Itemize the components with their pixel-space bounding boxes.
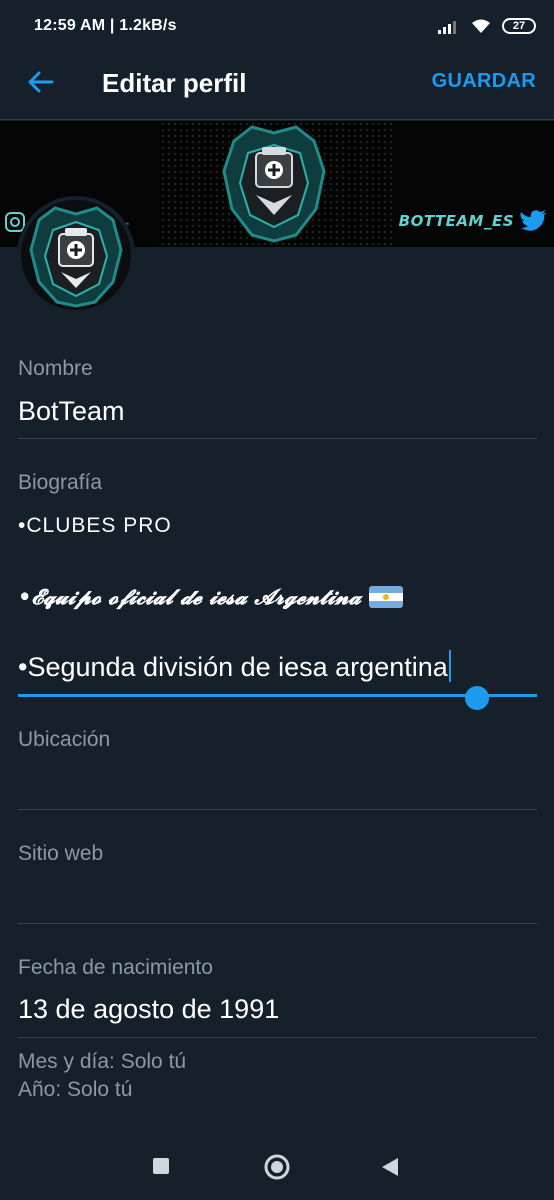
banner-handle-right: BOTTEAM_ES [399,209,548,233]
signal-icon [438,21,456,34]
save-button[interactable]: GUARDAR [432,70,536,93]
twitter-bird-icon [520,210,547,231]
bio-underline-active [18,694,537,697]
bio-line-3-text: •Segunda división de iesa argentina [18,652,448,682]
page-title: Editar perfil [102,68,247,98]
triangle-back-icon[interactable] [380,1156,400,1178]
location-input[interactable] [18,809,537,810]
name-underline [18,438,537,439]
website-input[interactable] [18,923,537,924]
birthdate-privacy-day: Mes y día: Solo tú [18,1050,187,1073]
birthdate-privacy-year: Año: Solo tú [18,1078,133,1101]
bio-line-2-text: •𝓔𝓺𝓾𝓲𝓹𝓸 𝓸𝓯𝓲𝓬𝓲𝓪𝓵 𝓭𝓮 𝓲𝓮𝓼𝓪 𝓐𝓻𝓰𝓮𝓷𝓽𝓲𝓷𝓪 [18,584,362,609]
square-icon[interactable] [152,1157,170,1175]
bio-label: Biografía [18,471,103,494]
profile-avatar[interactable] [17,196,135,314]
text-cursor [448,650,451,682]
battery-icon: 27 [502,18,536,34]
birthdate-input[interactable]: 13 de agosto de 1991 [18,994,279,1025]
app-header: Editar perfil GUARDAR [0,52,554,120]
status-time: 12:59 AM | 1.2kB/s [34,17,177,34]
system-navigation-bar [0,1130,554,1200]
circle-icon[interactable] [264,1154,290,1180]
avatar-logo-icon [29,206,123,308]
text-cursor-handle[interactable] [465,686,489,710]
location-label: Ubicación [18,728,111,751]
bio-line-3[interactable]: •Segunda división de iesa argentina [18,650,451,683]
website-label: Sitio web [18,842,104,865]
battery-level: 27 [512,20,526,32]
status-icons: 27 [438,18,536,34]
banner-handle-text: BOTTEAM_ES [398,212,514,230]
back-button[interactable] [24,66,56,98]
argentina-flag-icon [369,586,404,608]
wifi-icon [472,19,490,33]
birthdate-label: Fecha de nacimiento [18,956,213,979]
arrow-left-icon [28,71,54,93]
name-label: Nombre [18,357,93,380]
birthdate-underline [18,1037,537,1038]
status-bar: 12:59 AM | 1.2kB/s 27 [0,0,554,52]
bio-line-1[interactable]: •CLUBES PRO [18,514,172,538]
bio-line-2[interactable]: •𝓔𝓺𝓾𝓲𝓹𝓸 𝓸𝓯𝓲𝓬𝓲𝓪𝓵 𝓭𝓮 𝓲𝓮𝓼𝓪 𝓐𝓻𝓰𝓮𝓷𝓽𝓲𝓷𝓪 [18,584,404,610]
botteam-logo-icon [222,125,326,243]
name-input[interactable]: BotTeam [18,396,125,427]
